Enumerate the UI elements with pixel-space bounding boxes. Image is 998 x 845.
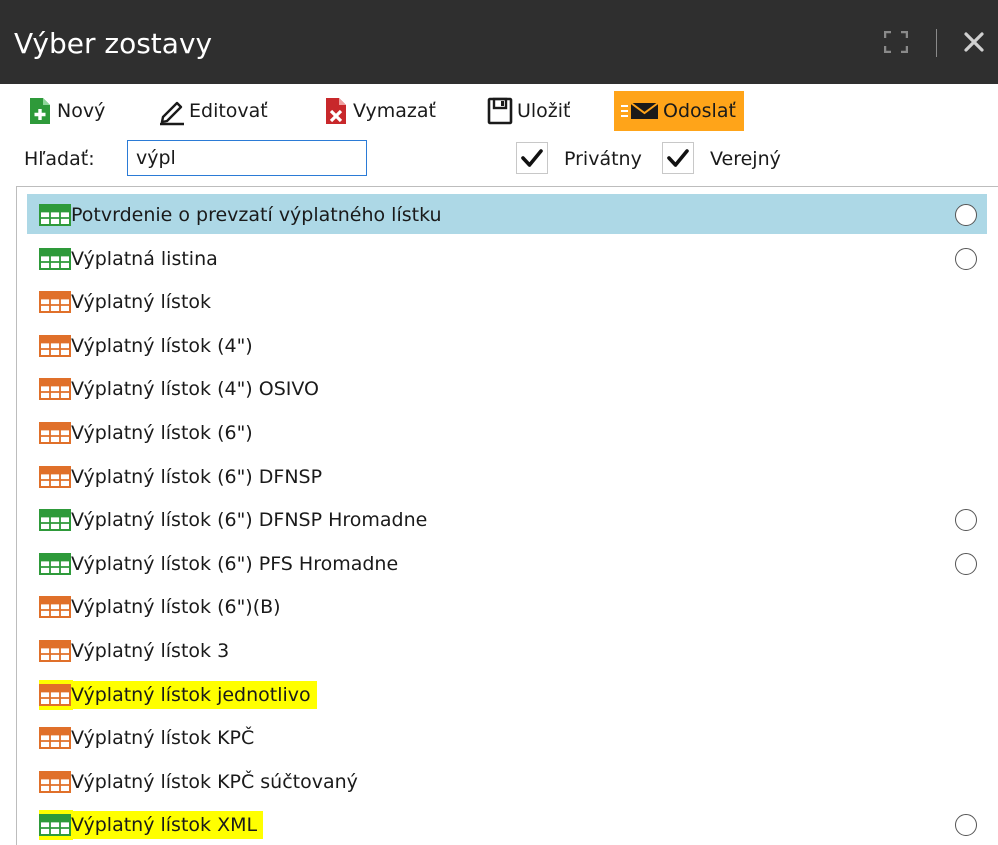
report-list: Potvrdenie o prevzatí výplatného lístku … [16, 186, 998, 845]
delete-button-label: Vymazať [353, 100, 436, 122]
window-titlebar: Výber zostavy [0, 0, 998, 84]
list-item[interactable]: Výplatný lístok (4") [27, 325, 987, 365]
list-item[interactable]: Výplatný lístok 3 [27, 630, 987, 670]
checkmark-icon [667, 149, 689, 167]
floppy-disk-icon [486, 96, 514, 126]
send-button[interactable]: Odoslať [614, 91, 744, 131]
orange-table-icon [39, 640, 71, 662]
list-item-label: Výplatný lístok (6") [71, 422, 253, 444]
orange-table-icon [39, 727, 71, 750]
window-title: Výber zostavy [14, 27, 213, 60]
list-item-label: Výplatný lístok (6")(B) [71, 596, 281, 619]
toolbar: Nový Editovať Vymazať Uložiť Odoslať [0, 88, 998, 134]
private-checkbox-label[interactable]: Privátny [564, 146, 642, 172]
list-item-label: Výplatný lístok (4") OSIVO [71, 378, 319, 401]
search-input[interactable] [127, 140, 367, 176]
search-label: Hľadať: [24, 148, 95, 170]
list-item-radio[interactable] [955, 204, 977, 226]
new-document-icon [26, 96, 54, 126]
orange-table-icon [39, 770, 71, 793]
list-item[interactable]: Výplatná listina [27, 238, 987, 278]
orange-table-icon [39, 334, 71, 357]
list-item[interactable]: Výplatný lístok [27, 281, 987, 321]
list-item[interactable]: Výplatný lístok (6") PFS Hromadne [27, 543, 987, 583]
private-checkbox[interactable] [516, 142, 548, 174]
list-item-label: Potvrdenie o prevzatí výplatného lístku [71, 204, 442, 226]
list-item-label: Výplatný lístok XML [71, 811, 264, 840]
list-item[interactable]: Výplatný lístok (6")(B) [27, 586, 987, 626]
public-checkbox-label[interactable]: Verejný [710, 146, 781, 172]
delete-document-icon [322, 96, 350, 126]
edit-button[interactable]: Editovať [158, 91, 268, 131]
orange-table-icon [39, 291, 71, 314]
orange-table-icon [39, 378, 71, 401]
orange-table-icon [39, 596, 71, 619]
green-table-icon [39, 204, 71, 226]
orange-table-icon [39, 465, 71, 488]
list-item-label: Výplatný lístok jednotlivo [71, 680, 317, 709]
list-item[interactable]: Výplatný lístok KPČ súčtovaný [27, 761, 987, 801]
new-button[interactable]: Nový [26, 91, 105, 131]
green-table-icon [39, 814, 71, 837]
green-table-icon [39, 247, 71, 270]
list-item-radio[interactable] [955, 247, 977, 270]
list-item-radio[interactable] [955, 814, 977, 837]
list-item[interactable]: Výplatný lístok (6") [27, 412, 987, 452]
titlebar-divider [936, 29, 937, 57]
list-item[interactable]: Výplatný lístok XML [27, 804, 987, 844]
list-item[interactable]: Potvrdenie o prevzatí výplatného lístku [27, 194, 987, 234]
pencil-icon [158, 96, 186, 126]
list-item-label: Výplatný lístok KPČ [71, 727, 255, 750]
list-item-label: Výplatný lístok (4") [71, 334, 253, 357]
list-item-label: Výplatný lístok (6") PFS Hromadne [71, 552, 399, 575]
list-item[interactable]: Výplatný lístok (4") OSIVO [27, 368, 987, 408]
green-table-icon [39, 552, 71, 575]
list-item-label: Výplatný lístok KPČ súčtovaný [71, 770, 358, 793]
list-item[interactable]: Výplatný lístok (6") DFNSP [27, 456, 987, 496]
save-button[interactable]: Uložiť [486, 91, 571, 131]
list-item[interactable]: Výplatný lístok KPČ [27, 717, 987, 757]
list-item-label: Výplatný lístok (6") DFNSP [71, 465, 323, 488]
orange-table-icon [39, 422, 71, 444]
delete-button[interactable]: Vymazať [322, 91, 436, 131]
list-item[interactable]: Výplatný lístok jednotlivo [27, 674, 987, 714]
orange-table-icon [39, 683, 71, 706]
list-item-radio[interactable] [955, 552, 977, 575]
checkmark-icon [521, 149, 543, 167]
list-item-label: Výplatný lístok [71, 291, 212, 314]
list-item-radio[interactable] [955, 509, 977, 532]
list-item-label: Výplatný lístok 3 [71, 640, 230, 662]
close-icon[interactable] [962, 30, 986, 54]
envelope-send-icon [620, 96, 660, 126]
edit-button-label: Editovať [189, 100, 268, 122]
new-button-label: Nový [57, 100, 106, 122]
public-checkbox[interactable] [662, 142, 694, 174]
list-item-label: Výplatná listina [71, 247, 218, 270]
search-row: Hľadať: Privátny Verejný [0, 136, 998, 182]
list-item[interactable]: Výplatný lístok (6") DFNSP Hromadne [27, 499, 987, 539]
save-button-label: Uložiť [517, 100, 571, 122]
green-table-icon [39, 509, 71, 532]
send-button-label: Odoslať [663, 100, 736, 122]
maximize-icon[interactable] [884, 31, 908, 53]
list-item-label: Výplatný lístok (6") DFNSP Hromadne [71, 509, 428, 532]
